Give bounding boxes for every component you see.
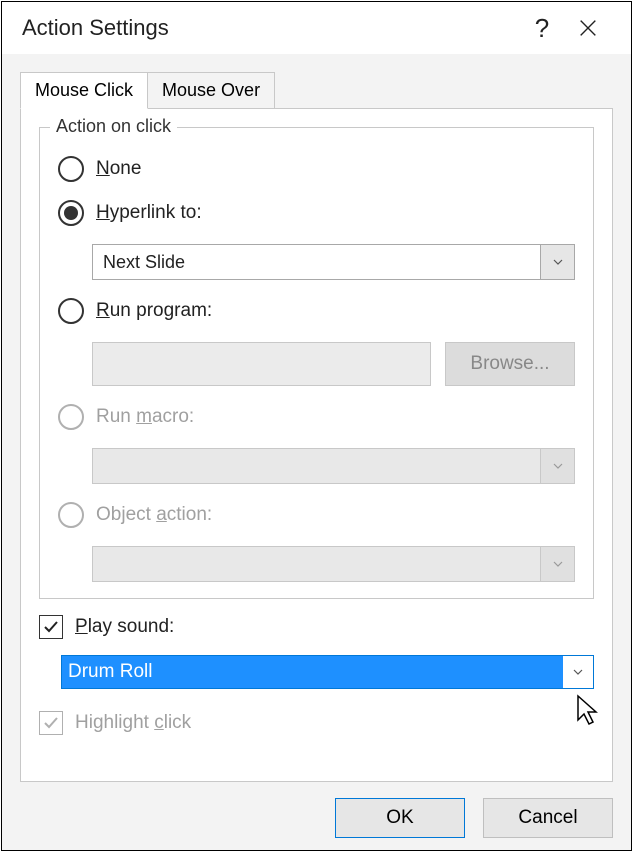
radio-object-action-row: Object action: — [58, 502, 575, 528]
browse-button[interactable]: Browse... — [445, 342, 575, 386]
radio-run-program[interactable] — [58, 298, 84, 324]
object-action-combo — [92, 546, 575, 582]
titlebar: Action Settings ? — [2, 2, 631, 54]
checkmark-icon — [43, 715, 59, 731]
run-program-row: Browse... — [92, 342, 575, 386]
hyperlink-combo[interactable]: Next Slide — [92, 244, 575, 280]
play-sound-label: Play sound: — [75, 616, 174, 638]
chevron-down-icon — [572, 666, 584, 678]
chevron-down-icon — [552, 558, 564, 570]
checkmark-icon — [43, 619, 59, 635]
chevron-down-icon — [552, 256, 564, 268]
close-icon — [577, 17, 599, 39]
radio-none-label: None — [96, 158, 141, 180]
action-settings-dialog: Action Settings ? Mouse Click Mouse Over… — [1, 1, 632, 851]
play-sound-row[interactable]: Play sound: — [39, 615, 594, 639]
object-action-dropdown-button — [541, 546, 575, 582]
radio-hyperlink-label: Hyperlink to: — [96, 202, 202, 224]
macro-dropdown-button — [541, 448, 575, 484]
play-sound-checkbox[interactable] — [39, 615, 63, 639]
radio-run-macro-label: Run macro: — [96, 406, 194, 428]
radio-object-action-label: Object action: — [96, 504, 212, 526]
macro-value — [92, 448, 541, 484]
run-program-input[interactable] — [92, 342, 431, 386]
radio-run-macro — [58, 404, 84, 430]
hyperlink-dropdown-button[interactable] — [541, 244, 575, 280]
radio-run-macro-row: Run macro: — [58, 404, 575, 430]
radio-none[interactable] — [58, 156, 84, 182]
tab-strip: Mouse Click Mouse Over — [20, 72, 613, 109]
tab-panel: Action on click None Hyperlink to: Next … — [20, 108, 613, 782]
dialog-footer: OK Cancel — [20, 782, 613, 838]
radio-hyperlink[interactable] — [58, 200, 84, 226]
chevron-down-icon — [552, 460, 564, 472]
cancel-button[interactable]: Cancel — [483, 798, 613, 838]
group-legend: Action on click — [50, 116, 177, 137]
action-on-click-group: Action on click None Hyperlink to: Next … — [39, 127, 594, 599]
radio-hyperlink-row[interactable]: Hyperlink to: — [58, 200, 575, 226]
radio-none-row[interactable]: None — [58, 156, 575, 182]
close-button[interactable] — [565, 5, 611, 51]
content-area: Mouse Click Mouse Over Action on click N… — [2, 54, 631, 850]
macro-combo — [92, 448, 575, 484]
sound-combo[interactable]: Drum Roll — [61, 655, 594, 689]
tab-mouse-click[interactable]: Mouse Click — [20, 72, 148, 109]
highlight-click-checkbox — [39, 711, 63, 735]
object-action-value — [92, 546, 541, 582]
highlight-click-row: Highlight click — [39, 711, 594, 735]
highlight-click-label: Highlight click — [75, 712, 191, 734]
sound-value[interactable]: Drum Roll — [62, 656, 563, 688]
radio-run-program-label: Run program: — [96, 300, 212, 322]
radio-object-action — [58, 502, 84, 528]
tab-mouse-over[interactable]: Mouse Over — [147, 72, 275, 109]
help-button[interactable]: ? — [519, 5, 565, 51]
dialog-title: Action Settings — [22, 15, 519, 41]
radio-run-program-row[interactable]: Run program: — [58, 298, 575, 324]
sound-dropdown-button[interactable] — [563, 656, 593, 688]
hyperlink-value[interactable]: Next Slide — [92, 244, 541, 280]
ok-button[interactable]: OK — [335, 798, 465, 838]
